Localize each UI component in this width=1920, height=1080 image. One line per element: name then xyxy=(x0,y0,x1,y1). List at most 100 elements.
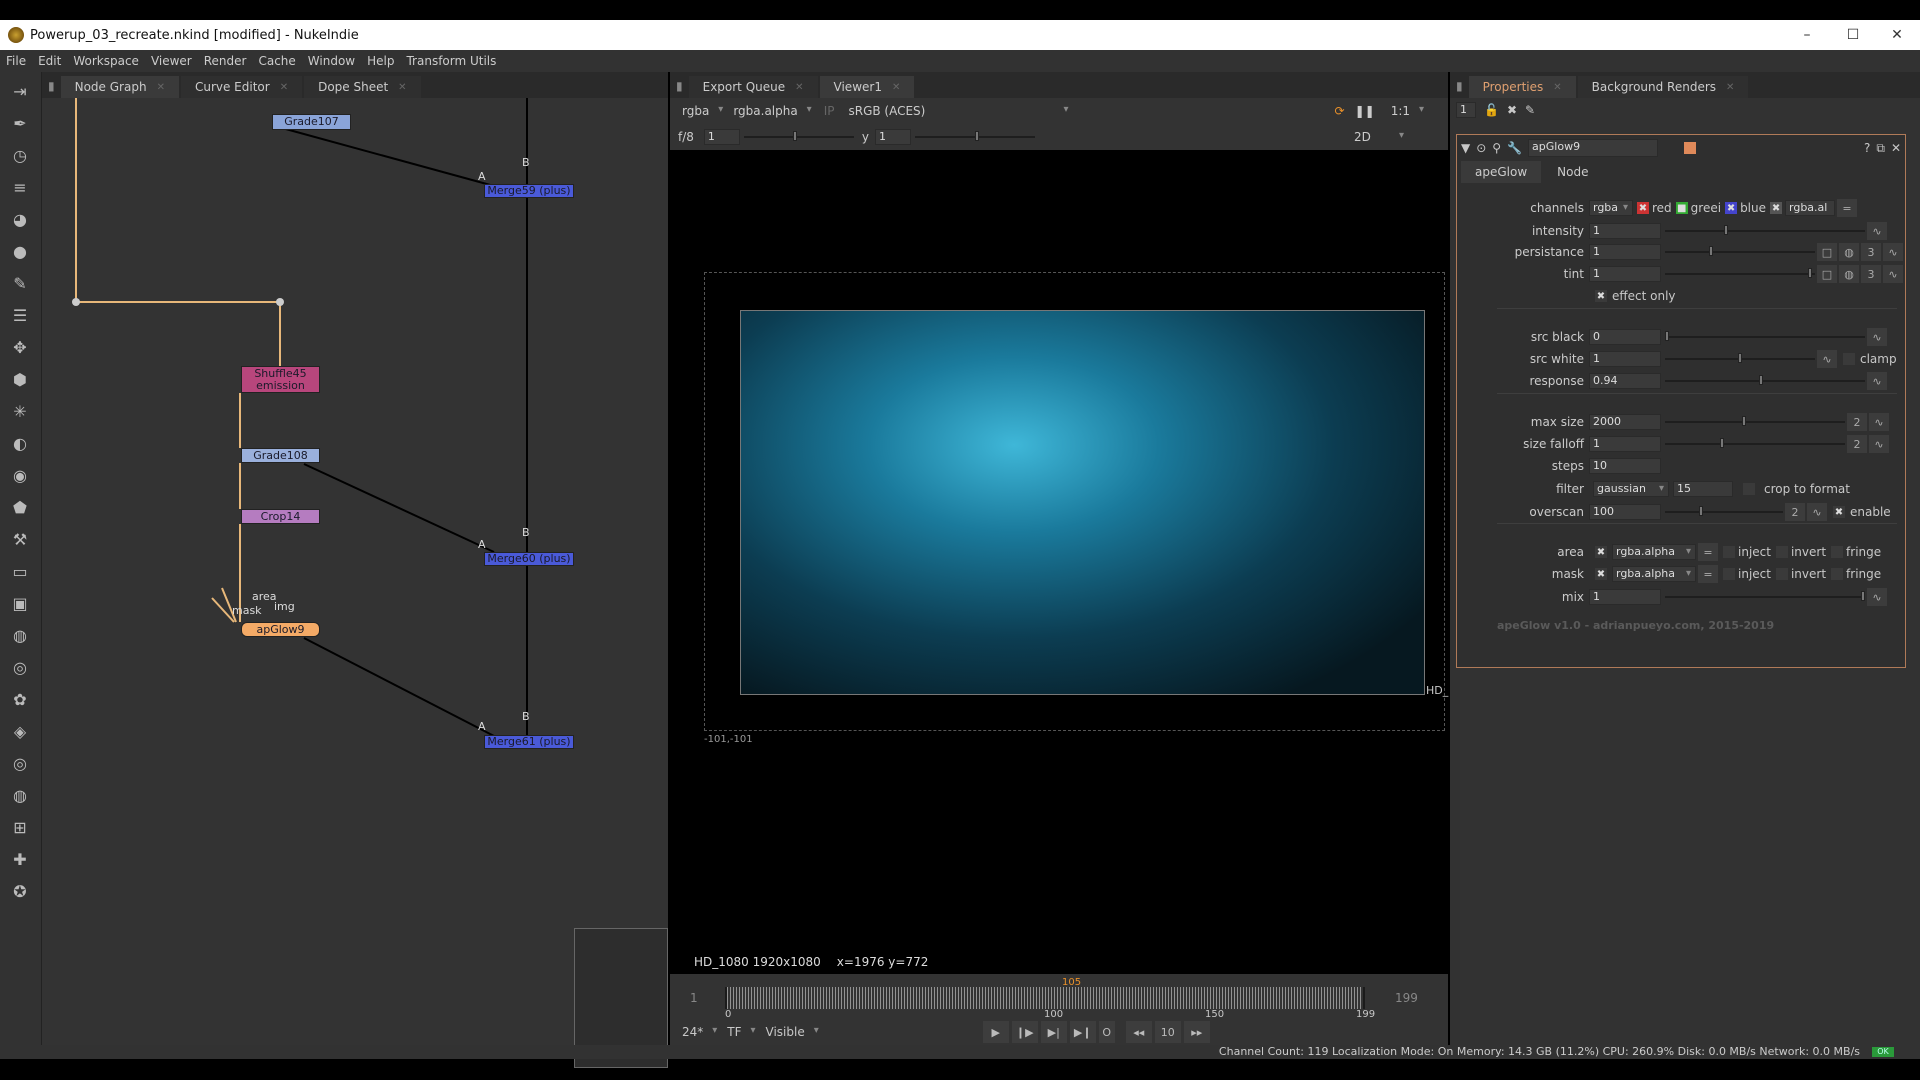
grid-icon[interactable]: ⊞ xyxy=(7,814,33,840)
close-tab-icon[interactable]: ✕ xyxy=(157,82,165,93)
node-color-swatch[interactable] xyxy=(1684,142,1697,154)
collapse-icon[interactable]: ▼ xyxy=(1461,141,1470,155)
slider-knob[interactable] xyxy=(1738,353,1742,363)
pause-icon[interactable]: ❚❚ xyxy=(1355,104,1375,118)
sphere-icon[interactable]: ● xyxy=(7,238,33,264)
cup-icon[interactable]: ◈ xyxy=(7,718,33,744)
close-tab-icon[interactable]: ✕ xyxy=(1553,82,1561,93)
pin-icon[interactable]: ✚ xyxy=(7,846,33,872)
param-slider[interactable] xyxy=(1665,504,1783,520)
node-crop14[interactable]: Crop14 xyxy=(241,509,320,524)
node-merge61[interactable]: Merge61 (plus) xyxy=(484,735,574,749)
close-button[interactable]: ✕ xyxy=(1874,20,1920,50)
mask-channel-dropdown[interactable]: rgba.alpha xyxy=(1612,566,1696,582)
slider-knob[interactable] xyxy=(1808,268,1813,278)
response-field[interactable]: 0.94 xyxy=(1589,373,1661,389)
link-icon[interactable]: = xyxy=(1698,565,1718,583)
deep-icon[interactable]: ◐ xyxy=(7,430,33,456)
tab-apeglow[interactable]: apeGlow xyxy=(1461,161,1542,183)
mask-enable-checkbox[interactable]: ✖ xyxy=(1595,568,1607,580)
mix-field[interactable]: 1 xyxy=(1589,589,1661,605)
green-checkbox[interactable]: ■ xyxy=(1675,202,1688,214)
gamma-field[interactable]: 1 xyxy=(875,129,912,145)
maximize-button[interactable]: ☐ xyxy=(1830,20,1876,50)
node-grade107[interactable]: Grade107 xyxy=(272,114,351,130)
fstop-label[interactable]: f/8 xyxy=(678,130,694,144)
float-icon[interactable]: ⧉ xyxy=(1876,141,1885,156)
link-icon[interactable]: = xyxy=(1837,199,1858,217)
menu-viewer[interactable]: Viewer xyxy=(151,54,192,68)
color-channels-button[interactable]: 3 xyxy=(1861,265,1881,283)
param-slider[interactable] xyxy=(1665,266,1815,282)
channels-dropdown[interactable]: rgba xyxy=(676,104,727,118)
tab-viewer1[interactable]: Viewer1 ✕ xyxy=(819,76,915,98)
slider-knob[interactable] xyxy=(1665,331,1669,341)
animation-curve-icon[interactable]: ∿ xyxy=(1869,413,1889,431)
mask-fringe-checkbox[interactable] xyxy=(1831,568,1844,580)
node-grade108[interactable]: Grade108 xyxy=(241,448,320,463)
gauge-icon[interactable]: ◎ xyxy=(7,654,33,680)
slider-knob[interactable] xyxy=(1759,375,1764,385)
visible-dropdown[interactable]: Visible xyxy=(760,1025,823,1039)
area-enable-checkbox[interactable]: ✖ xyxy=(1595,546,1607,558)
last-frame-icon[interactable]: ▶❙ xyxy=(1069,1021,1096,1043)
animation-curve-icon[interactable]: ∿ xyxy=(1807,503,1827,521)
close-tab-icon[interactable]: ✕ xyxy=(892,82,900,93)
start-frame[interactable]: 1 xyxy=(690,991,698,1005)
gain-field[interactable]: 1 xyxy=(703,129,740,145)
tab-properties[interactable]: Properties ✕ xyxy=(1468,76,1576,98)
dimensions-button[interactable]: 2 xyxy=(1847,413,1867,431)
help-icon[interactable]: ? xyxy=(1864,141,1870,155)
animation-curve-icon[interactable]: ∿ xyxy=(1867,372,1887,390)
area-fringe-checkbox[interactable] xyxy=(1831,546,1844,558)
slider-knob[interactable] xyxy=(1742,416,1747,426)
alpha-dropdown[interactable]: rgba.alpha xyxy=(727,104,815,118)
dimensions-button[interactable]: 2 xyxy=(1785,503,1805,521)
blue-checkbox[interactable]: ✖ xyxy=(1725,202,1738,214)
param-slider[interactable] xyxy=(1665,223,1865,239)
animation-curve-icon[interactable]: ∿ xyxy=(1817,350,1837,368)
close-tab-icon[interactable]: ✕ xyxy=(1726,82,1734,93)
paint-icon[interactable]: ✎ xyxy=(7,270,33,296)
current-frame-marker[interactable]: 105 xyxy=(1062,977,1081,988)
mask-inject-checkbox[interactable] xyxy=(1723,568,1735,580)
panel-menu-icon[interactable]: ▮ xyxy=(676,79,683,93)
step-field[interactable]: 10 xyxy=(1154,1021,1181,1043)
eye-icon[interactable]: ◉ xyxy=(7,462,33,488)
folder-icon[interactable]: ▭ xyxy=(7,558,33,584)
mask-invert-checkbox[interactable] xyxy=(1775,568,1788,580)
import-icon[interactable]: ⇥ xyxy=(7,78,33,104)
menu-file[interactable]: File xyxy=(6,54,26,68)
lock-icon[interactable]: 🔓 xyxy=(1484,103,1499,117)
minimize-button[interactable]: – xyxy=(1784,20,1830,50)
skip-forward-icon[interactable]: ▸▸ xyxy=(1183,1021,1210,1043)
intensity-field[interactable]: 1 xyxy=(1589,223,1661,239)
node-name-field[interactable]: apGlow9 xyxy=(1528,139,1659,157)
globe-icon[interactable]: ◍ xyxy=(7,622,33,648)
alpha-channel-dropdown[interactable]: rgba.al xyxy=(1785,200,1836,216)
slider-knob[interactable] xyxy=(793,131,798,141)
menu-cache[interactable]: Cache xyxy=(258,54,295,68)
next-key-icon[interactable]: ▶| xyxy=(1040,1021,1067,1043)
animation-curve-icon[interactable]: ∿ xyxy=(1883,265,1903,283)
filter-size-field[interactable]: 15 xyxy=(1673,481,1733,497)
panel-menu-icon[interactable]: ▮ xyxy=(1456,79,1463,93)
globe2-icon[interactable]: ◍ xyxy=(7,782,33,808)
menu-transform-utils[interactable]: Transform Utils xyxy=(406,54,496,68)
animation-curve-icon[interactable]: ∿ xyxy=(1867,328,1887,346)
area-invert-checkbox[interactable] xyxy=(1775,546,1788,558)
max-size-field[interactable]: 2000 xyxy=(1589,414,1661,430)
alpha-checkbox[interactable]: ✖ xyxy=(1770,202,1783,214)
node-graph-canvas[interactable]: Grade107 Merge59 (plus) Shuffle45 emissio… xyxy=(42,98,668,1068)
close-tab-icon[interactable]: ✕ xyxy=(280,82,288,93)
input-icon[interactable]: ⚲ xyxy=(1492,141,1501,155)
zoom-dropdown[interactable]: 1:1 xyxy=(1385,104,1428,118)
tab-dope-sheet[interactable]: Dope Sheet ✕ xyxy=(304,76,421,98)
menu-window[interactable]: Window xyxy=(308,54,355,68)
node-shuffle45[interactable]: Shuffle45 emission xyxy=(241,366,320,393)
slider-knob[interactable] xyxy=(1699,506,1704,516)
node-merge59[interactable]: Merge59 (plus) xyxy=(484,184,574,198)
param-slider[interactable] xyxy=(1665,351,1815,367)
param-slider[interactable] xyxy=(1665,329,1865,345)
color-swatch[interactable]: □ xyxy=(1817,243,1837,261)
